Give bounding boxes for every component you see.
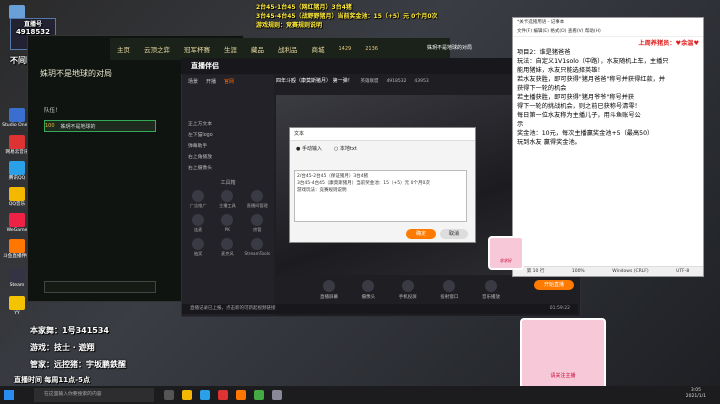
sticker-anime-large: 请关注主播 (520, 318, 606, 390)
btn-music[interactable]: 音乐播放 (482, 280, 500, 300)
wechat-taskbar-icon[interactable] (254, 390, 264, 400)
game-top-nav: 主页 云顶之弈 冠军杯赛 生涯 藏品 战利品 商城 1429 2136 (110, 38, 450, 60)
notepad-title: *关卡选猪用语 - 记事本 (513, 18, 703, 28)
yy-icon (9, 296, 25, 310)
overlay-top-line2: 3台45-4台45（战野野猪月）当前奖金池：15（+5）元 0个月0次 (256, 13, 438, 20)
netease-music-icon (9, 135, 25, 149)
qq-music-icon (9, 187, 25, 201)
radio-manual[interactable]: ● 手动输入 (296, 145, 322, 152)
music-taskbar-icon[interactable] (218, 390, 228, 400)
dialog-radio-group: ● 手动输入 ○ 本地txt (296, 145, 357, 152)
btn-screen[interactable]: 直播屏幕 (320, 280, 338, 300)
sidebar-tabs: 场景 开播 官网 (182, 75, 274, 88)
notepad-menu: 文件(F) 编辑(E) 格式(O) 查看(V) 帮助(H) (513, 28, 703, 37)
wegame-icon (9, 213, 25, 227)
nav-tft[interactable]: 云顶之弈 (144, 44, 170, 54)
stream-bottom-toolbar: 直播屏幕 摄像头 手机投屏 投射窗口 音乐播放 (320, 280, 500, 300)
taskbar: 在这里输入你要搜索的内容 3:05 2021/1/1 (0, 386, 720, 404)
overlay-bottom-4: 直播时间 每周11点-5点 (14, 376, 90, 384)
tool-anchor[interactable]: 主播工具 (215, 190, 239, 209)
stream-app-title: 直播伴侣 (191, 62, 219, 70)
overlay-bottom-1: 本家舞：1号341534 (30, 326, 109, 335)
nav-home[interactable]: 主页 (117, 44, 130, 54)
player-name[interactable]: 姝玥不是地球的对局 (427, 40, 497, 56)
qq-taskbar-icon[interactable] (200, 390, 210, 400)
douyu-taskbar-icon[interactable] (236, 390, 246, 400)
overlay-top-line1: 2台45-1台45（网红猪月）3台4猪 (256, 4, 352, 11)
dialog-textarea[interactable]: 2/台45-2台45（保证猪月）3台4猪 3台45-4台45（康莫斯猪月）当前奖… (294, 170, 467, 222)
qq-icon (9, 161, 25, 175)
tools-title: 工具箱 (220, 180, 236, 186)
nav-loot[interactable]: 战利品 (278, 44, 298, 54)
dialog-ok-button[interactable]: 确定 (406, 229, 436, 239)
taskbar-search[interactable]: 在这里输入你要搜索的内容 (34, 388, 154, 402)
studio-one-icon (9, 108, 25, 122)
recycle-bin-icon (9, 5, 25, 19)
text-dialog: 文本 ● 手动输入 ○ 本地txt 2/台45-2台45（保证猪月）3台4猪 3… (289, 127, 476, 243)
currency-blue-essence: 1429 (338, 46, 352, 52)
sticker-anime-small: 求求好 (488, 236, 524, 270)
btn-window[interactable]: 投射窗口 (440, 280, 458, 300)
tab-scene[interactable]: 场景 (188, 78, 198, 85)
steam-icon (9, 268, 25, 282)
tool-mic[interactable]: 麦克风 (215, 238, 239, 257)
dialog-cancel-button[interactable]: 取消 (440, 229, 468, 239)
task-view-icon[interactable] (164, 390, 174, 400)
currency-rp: 2136 (365, 46, 378, 52)
nav-profile[interactable]: 生涯 (224, 44, 237, 54)
lobby-label: 队伍！ (44, 108, 61, 114)
tools-grid: 广告推广 主播工具 直播间管理 连麦 PK 房管 抽奖 麦克风 StreamTo… (182, 186, 274, 261)
source-item[interactable]: 弹幕助手 (182, 140, 274, 151)
dialog-title: 文本 (290, 128, 475, 141)
source-item[interactable]: 正上方文本 (182, 118, 274, 129)
source-item[interactable]: 右上角播放 (182, 151, 274, 162)
tool-pk[interactable]: PK (215, 214, 239, 233)
stream-timer: 01:59:22 (549, 306, 570, 311)
nav-clash[interactable]: 冠军杯赛 (184, 44, 210, 54)
overlay-bottom-3: 管家：远控猪：宇坂鹏鉄醒 (30, 360, 126, 369)
tool-ads[interactable]: 广告推广 (186, 190, 210, 209)
radio-txt[interactable]: ○ 本地txt (334, 145, 357, 152)
stream-sidebar: 场景 开播 官网 正上方文本 左下猫logo 弹幕助手 右上角播放 右上摄像头 … (182, 75, 274, 315)
explorer-icon[interactable] (182, 390, 192, 400)
source-item[interactable]: 左下猫logo (182, 129, 274, 140)
tool-admin[interactable]: 房管 (245, 214, 270, 233)
start-icon[interactable] (4, 390, 14, 400)
nav-collection[interactable]: 藏品 (251, 44, 264, 54)
notepad-status-bar: 第 10 行 100% Windows (CRLF) UTF-8 (513, 266, 703, 276)
start-stream-button[interactable]: 开始直播 (534, 280, 574, 290)
chat-input[interactable] (44, 281, 156, 293)
douyu-icon (9, 239, 25, 253)
tool-room[interactable]: 直播间管理 (245, 190, 270, 209)
notepad-text[interactable]: 上周养猪员：♥余温♥ 项目2：谁是猪爸爸 玩法：自定义1V1solo（中路），水… (513, 37, 703, 149)
tool-link[interactable]: 连麦 (186, 214, 210, 233)
tool-streamtools[interactable]: StreamTools (245, 238, 270, 257)
tab-official[interactable]: 官网 (224, 78, 234, 85)
taskbar-clock[interactable]: 3:05 2021/1/1 (686, 388, 706, 400)
tab-live[interactable]: 开播 (206, 78, 216, 85)
lobby-member[interactable]: 100 姝玥不是地球的 (44, 120, 156, 132)
btn-camera[interactable]: 摄像头 (362, 280, 375, 300)
overlay-bottom-2: 游戏：技士 · 遊翔 (30, 343, 95, 352)
overlay-top-line3: 游戏规则：竞赛规则说明 (256, 22, 323, 29)
nav-store[interactable]: 商城 (312, 44, 325, 54)
stream-status-bar: 直播记录已上报，点击新的可新起视频链接 01:59:22 (182, 304, 578, 314)
tool-lottery[interactable]: 抽奖 (186, 238, 210, 257)
btn-phone[interactable]: 手机投屏 (399, 280, 417, 300)
notepad-window: *关卡选猪用语 - 记事本 文件(F) 编辑(E) 格式(O) 查看(V) 帮助… (512, 17, 704, 277)
notepad-taskbar-icon[interactable] (272, 390, 282, 400)
source-item[interactable]: 右上摄像头 (182, 162, 274, 173)
